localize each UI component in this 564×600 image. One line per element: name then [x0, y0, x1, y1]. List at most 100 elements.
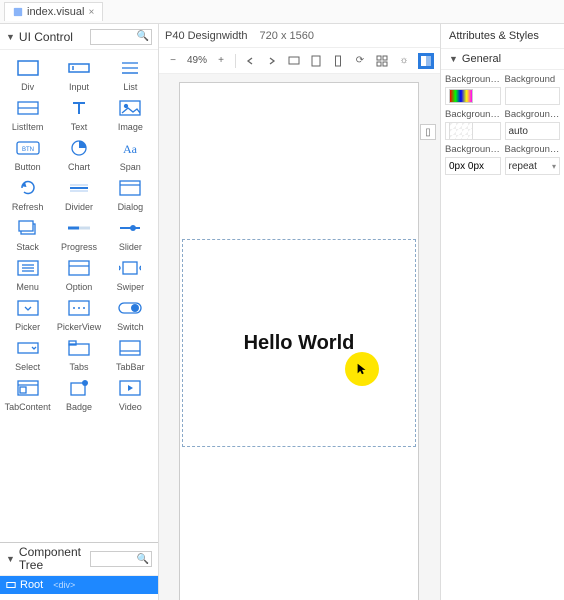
control-refresh[interactable]: Refresh	[2, 178, 53, 212]
control-image[interactable]: Image	[105, 98, 156, 132]
prop-bg-pos-label: Background...	[445, 144, 501, 155]
control-label: Chart	[68, 162, 90, 172]
control-pickerview[interactable]: PickerView	[53, 298, 104, 332]
control-video[interactable]: Video	[105, 378, 156, 412]
file-icon	[13, 7, 23, 17]
component-tree-header: ▼ Component Tree 🔍	[0, 542, 158, 576]
undo-button[interactable]	[242, 53, 258, 69]
selected-element[interactable]: Hello World	[182, 239, 416, 447]
toggle-panel-button[interactable]: ▯	[420, 124, 436, 140]
prop-bg-pos-input[interactable]	[449, 161, 497, 172]
device-frame[interactable]: Hello World	[179, 82, 419, 600]
list-icon	[117, 58, 143, 78]
control-button[interactable]: BTNButton	[2, 138, 53, 172]
chevron-down-icon[interactable]: ▼	[6, 554, 15, 564]
image-slot	[449, 122, 473, 140]
control-label: Refresh	[12, 202, 44, 212]
control-tabs[interactable]: Tabs	[53, 338, 104, 372]
control-option[interactable]: Option	[53, 258, 104, 292]
control-badge[interactable]: Badge	[53, 378, 104, 412]
menu-icon	[15, 258, 41, 278]
zoom-out-button[interactable]: −	[165, 53, 181, 69]
chevron-down-icon: ▾	[552, 162, 556, 171]
control-list[interactable]: List	[105, 58, 156, 92]
canvas-area[interactable]: Hello World ▯	[159, 74, 440, 600]
close-icon[interactable]: ×	[88, 7, 94, 18]
control-select[interactable]: Select	[2, 338, 53, 372]
device-resolution: 720 x 1560	[260, 30, 314, 42]
control-switch[interactable]: Switch	[105, 298, 156, 332]
tree-search[interactable]: 🔍	[90, 551, 152, 567]
canvas-text: Hello World	[244, 332, 355, 355]
center-panel: P40 Designwidth 720 x 1560 − 49% + ⟳ ☼ H…	[159, 24, 440, 600]
chart-icon	[66, 138, 92, 158]
prop-bg-pos-value[interactable]	[445, 157, 501, 175]
control-label: ListItem	[12, 122, 44, 132]
select-icon	[15, 338, 41, 358]
control-div[interactable]: Div	[2, 58, 53, 92]
control-label: Div	[21, 82, 34, 92]
control-label: Video	[119, 402, 142, 412]
monitor-icon[interactable]	[286, 53, 302, 69]
component-tree: Root <div>	[0, 576, 158, 600]
prop-bg-color-value[interactable]	[445, 87, 501, 105]
color-swatch	[449, 89, 473, 103]
control-progress[interactable]: Progress	[53, 218, 104, 252]
divider-icon	[66, 178, 92, 198]
dialog-icon	[117, 178, 143, 198]
prop-bg-value[interactable]	[505, 87, 561, 105]
tree-search-input[interactable]	[93, 554, 137, 565]
grid-icon[interactable]	[374, 53, 390, 69]
control-span[interactable]: AaSpan	[105, 138, 156, 172]
control-label: Swiper	[117, 282, 145, 292]
control-divider[interactable]: Divider	[53, 178, 104, 212]
prop-bg-size-value[interactable]: auto	[505, 122, 561, 140]
rotate-icon[interactable]: ⟳	[352, 53, 368, 69]
control-dialog[interactable]: Dialog	[105, 178, 156, 212]
device-name[interactable]: P40 Designwidth	[165, 30, 248, 42]
redo-button[interactable]	[264, 53, 280, 69]
svg-text:BTN: BTN	[22, 147, 34, 153]
brightness-icon[interactable]: ☼	[396, 53, 412, 69]
control-stack[interactable]: Stack	[2, 218, 53, 252]
zoom-in-button[interactable]: +	[213, 53, 229, 69]
prop-bg-image-value[interactable]	[445, 122, 501, 140]
control-label: TabContent	[5, 402, 51, 412]
button-icon: BTN	[15, 138, 41, 158]
chevron-down-icon[interactable]: ▼	[6, 32, 15, 42]
control-chart[interactable]: Chart	[53, 138, 104, 172]
tablet-icon[interactable]	[308, 53, 324, 69]
control-menu[interactable]: Menu	[2, 258, 53, 292]
theme-toggle[interactable]	[418, 53, 434, 69]
general-section-header[interactable]: ▼ General	[441, 49, 564, 70]
prop-bg-size-text: auto	[509, 126, 528, 137]
control-label: Divider	[65, 202, 93, 212]
control-search[interactable]: 🔍	[90, 29, 152, 45]
left-panel: ▼ UI Control 🔍 DivInputListListItemTextI…	[0, 24, 159, 600]
swiper-icon	[117, 258, 143, 278]
control-search-input[interactable]	[93, 31, 137, 42]
file-tab[interactable]: index.visual ×	[4, 2, 103, 21]
prop-bg-repeat-value[interactable]: repeat ▾	[505, 157, 561, 175]
control-slider[interactable]: Slider	[105, 218, 156, 252]
control-tabbar[interactable]: TabBar	[105, 338, 156, 372]
search-icon: 🔍	[137, 554, 149, 565]
div-icon	[15, 58, 41, 78]
prop-bg-label: Background	[505, 74, 561, 85]
control-picker[interactable]: Picker	[2, 298, 53, 332]
zoom-value: 49%	[187, 55, 207, 66]
control-input[interactable]: Input	[53, 58, 104, 92]
control-listitem[interactable]: ListItem	[2, 98, 53, 132]
tree-node-root[interactable]: Root <div>	[0, 576, 158, 594]
tree-node-kind: <div>	[53, 580, 75, 590]
control-tabcontent[interactable]: TabContent	[2, 378, 53, 412]
control-text[interactable]: Text	[53, 98, 104, 132]
design-info-bar: P40 Designwidth 720 x 1560	[159, 24, 440, 48]
phone-icon[interactable]	[330, 53, 346, 69]
control-swiper[interactable]: Swiper	[105, 258, 156, 292]
control-label: Picker	[15, 322, 40, 332]
prop-bg-size-label: Background...	[505, 109, 561, 120]
tabbar-icon	[117, 338, 143, 358]
prop-bg-image-label: Background...	[445, 109, 501, 120]
listitem-icon	[15, 98, 41, 118]
